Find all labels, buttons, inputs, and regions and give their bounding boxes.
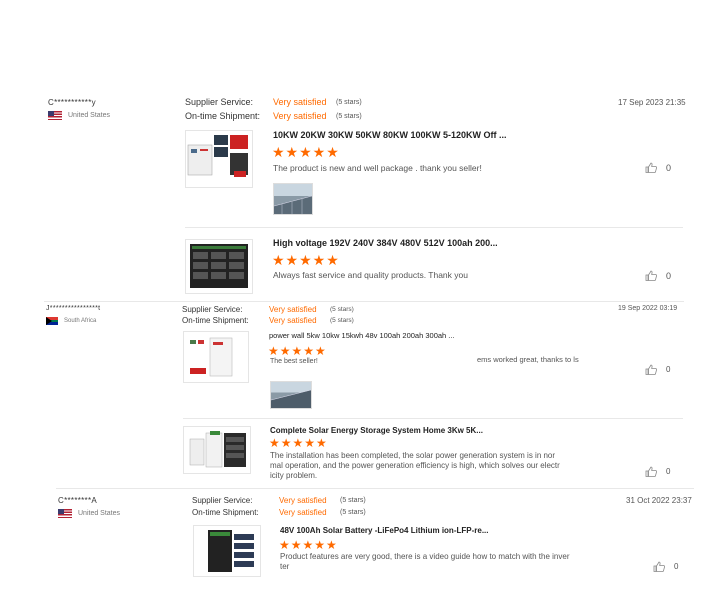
shipment-label: On-time Shipment:	[192, 508, 259, 517]
supplier-service-label: Supplier Service:	[192, 496, 253, 505]
supplier-service-label: Supplier Service:	[185, 97, 254, 107]
product-image[interactable]	[185, 239, 253, 294]
shipment-stars: (5 stars)	[330, 317, 354, 324]
solar-roof-photo	[270, 389, 312, 408]
review-date: 17 Sep 2023 21:35	[618, 98, 686, 107]
comment-line: The installation has been completed, the…	[270, 451, 556, 460]
reviewer-country: South Africa	[46, 317, 96, 325]
energy-storage-system-image	[189, 431, 246, 468]
product-image[interactable]	[185, 130, 253, 188]
like-count: 0	[666, 467, 671, 476]
like-count: 0	[666, 365, 671, 374]
product-rating-stars: ★★★★★	[269, 436, 328, 450]
review-photo-thumbnail[interactable]	[270, 381, 312, 409]
review-comment-extra: ems worked great, thanks to ls	[477, 355, 579, 364]
reviewer-name: C***********y	[48, 98, 96, 107]
supplier-service-value: Very satisfied	[269, 305, 317, 314]
like-count: 0	[666, 162, 672, 173]
country-label: South Africa	[64, 318, 97, 324]
shipment-label: On-time Shipment:	[185, 111, 261, 121]
lifepo4-battery-image	[208, 530, 254, 572]
like-button[interactable]: 0	[645, 466, 670, 477]
supplier-service-stars: (5 stars)	[340, 497, 366, 504]
us-flag-icon	[58, 509, 72, 518]
product-rating-stars: ★★★★★	[268, 344, 327, 358]
reviewer-country: United States	[58, 509, 120, 518]
product-title[interactable]: High voltage 192V 240V 384V 480V 512V 10…	[273, 238, 498, 248]
shipment-value: Very satisfied	[269, 316, 317, 325]
power-wall-image	[190, 337, 233, 377]
thumbs-up-icon	[645, 364, 657, 375]
shipment-value: Very satisfied	[273, 111, 327, 121]
review-comment: Always fast service and quality products…	[273, 270, 468, 280]
product-image[interactable]	[183, 331, 249, 383]
us-flag-icon	[48, 111, 62, 120]
thumbs-up-icon	[645, 466, 657, 477]
supplier-service-stars: (5 stars)	[336, 99, 362, 106]
thumbs-up-icon	[645, 270, 657, 281]
thumbs-up-icon	[653, 561, 665, 572]
review-date: 19 Sep 2022 03:19	[618, 305, 678, 312]
supplier-service-label: Supplier Service:	[182, 305, 243, 314]
comment-line: mal operation, and the power generation …	[270, 461, 560, 470]
shipment-value: Very satisfied	[279, 508, 327, 517]
supplier-service-value: Very satisfied	[273, 97, 327, 107]
country-label: United States	[78, 510, 121, 517]
za-flag-icon	[46, 317, 58, 325]
divider	[183, 418, 683, 419]
thumbs-up-icon	[645, 162, 657, 173]
reviewer-name: C********A	[58, 496, 98, 505]
divider	[44, 301, 684, 302]
like-button[interactable]: 0	[645, 162, 671, 173]
supplier-service-value: Very satisfied	[279, 496, 327, 505]
product-image[interactable]	[193, 525, 261, 577]
reviewer-country: United States	[48, 111, 110, 120]
shipment-label: On-time Shipment:	[182, 316, 249, 325]
review-photo-thumbnail[interactable]	[273, 183, 313, 215]
comment-line: Product features are very good, there is…	[280, 552, 570, 561]
divider	[185, 227, 683, 228]
product-title[interactable]: 10KW 20KW 30KW 50KW 80KW 100KW 5-120KW O…	[273, 130, 507, 140]
product-rating-stars: ★★★★★	[272, 252, 340, 268]
like-button[interactable]: 0	[645, 270, 671, 281]
review-comment: The product is new and well package . th…	[273, 163, 482, 173]
like-button[interactable]: 0	[645, 364, 670, 375]
product-title[interactable]: Complete Solar Energy Storage System Hom…	[270, 426, 483, 435]
country-label: United States	[68, 112, 111, 119]
like-count: 0	[674, 562, 679, 571]
review-comment: The best seller!	[270, 358, 318, 365]
supplier-service-stars: (5 stars)	[330, 306, 354, 313]
divider	[56, 488, 694, 489]
review-comment: Product features are very good, there is…	[280, 552, 570, 572]
reviewer-name: J****************t	[46, 305, 101, 312]
product-title[interactable]: power wall 5kw 10kw 15kwh 48v 100ah 200a…	[269, 331, 455, 340]
product-image[interactable]	[183, 426, 251, 474]
comment-line: ter	[280, 562, 290, 571]
battery-rack-image	[190, 244, 248, 288]
like-count: 0	[666, 270, 672, 281]
shipment-stars: (5 stars)	[336, 113, 362, 120]
product-title[interactable]: 48V 100Ah Solar Battery -LiFePo4 Lithium…	[280, 526, 488, 535]
review-date: 31 Oct 2022 23:37	[626, 496, 692, 505]
solar-inverter-image	[187, 135, 248, 177]
solar-panel-photo	[273, 195, 313, 214]
like-button[interactable]: 0	[653, 561, 678, 572]
comment-line: icity problem.	[270, 471, 318, 480]
product-rating-stars: ★★★★★	[279, 538, 338, 552]
product-rating-stars: ★★★★★	[272, 144, 340, 160]
shipment-stars: (5 stars)	[340, 509, 366, 516]
review-comment: The installation has been completed, the…	[270, 451, 620, 481]
